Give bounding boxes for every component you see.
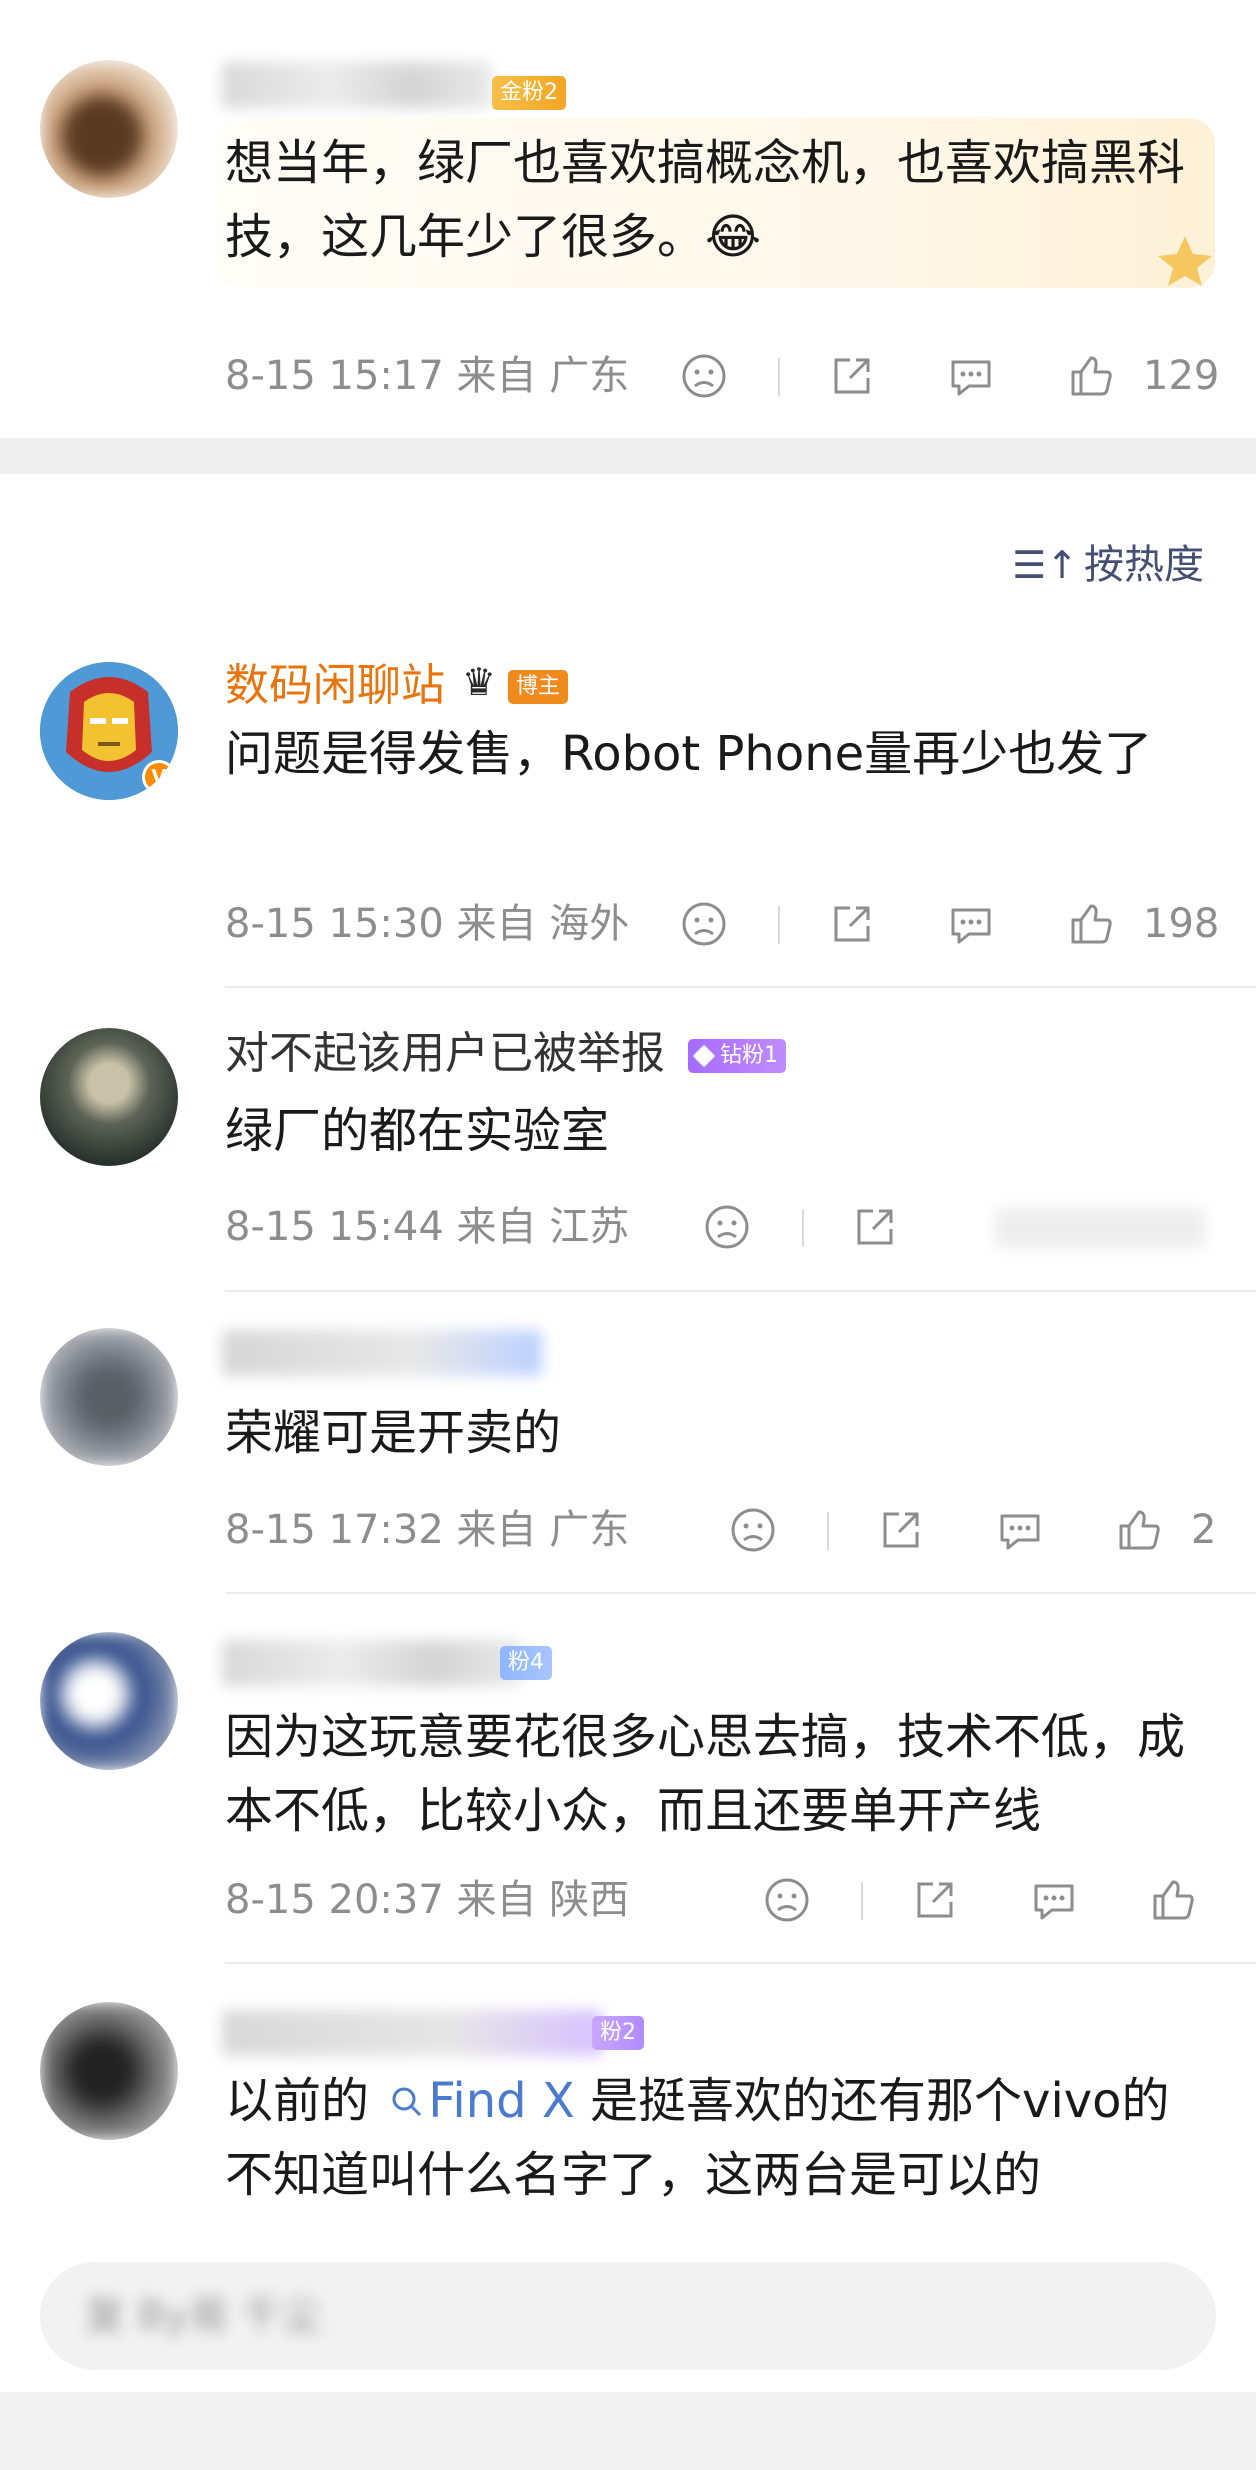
username-blurred[interactable] [222,62,492,108]
avatar[interactable] [40,60,178,198]
dislike-face-icon[interactable] [703,1203,751,1251]
topic-link-text: Find X [428,2073,575,2129]
comment-text: 以前的 Find X 是挺喜欢的还有那个vivo的不知道叫什么名字了，这两台是可… [225,2064,1215,2212]
like-thumb-icon[interactable] [1067,900,1115,948]
comment-bubble-icon[interactable] [996,1506,1044,1554]
username[interactable]: 数码闲聊站 [225,656,445,716]
username[interactable]: 对不起该用户已被举报 [225,1024,665,1084]
like-count: 2 [1191,1507,1217,1553]
dislike-face-icon[interactable] [680,352,728,400]
like-thumb-icon[interactable] [1149,1876,1197,1924]
like-count: 198 [1143,901,1220,947]
badge-label: 钻粉1 [720,1043,778,1068]
fan-badge: 金粉2 [492,76,566,110]
blogger-badge: 博主 [508,670,569,704]
comment-time-location: 8-15 15:17 来自 广东 [225,353,630,399]
dislike-face-icon[interactable] [763,1876,811,1924]
comment-time-location: 8-15 15:44 来自 江苏 [225,1204,630,1250]
reply-input[interactable]: 复 By易 千尘 [40,2262,1216,2370]
comment-text: 绿厂的都在实验室 [225,1103,610,1159]
avatar[interactable] [40,1328,178,1466]
comment-meta: 8-15 15:44 来自 江苏 [225,1197,1216,1257]
comment-time-location: 8-15 20:37 来自 陕西 [225,1877,630,1923]
comment-bubble-icon[interactable] [947,352,995,400]
diamond-fan-badge: 钻粉1 [688,1039,786,1073]
dislike-face-icon[interactable] [680,900,728,948]
reply-placeholder-blurred: 复 By易 千尘 [85,2293,322,2339]
comment-meta: 8-15 17:32 来自 广东 2 [225,1500,1216,1560]
like-thumb-icon[interactable] [1067,352,1115,400]
comment-time-location: 8-15 15:30 来自 海外 [225,901,630,947]
fan-badge: 粉4 [500,1646,552,1680]
avatar[interactable] [40,2002,178,2140]
comment-meta: 8-15 15:17 来自 广东 129 [225,346,1220,406]
comment-text: 因为这玩意要花很多心思去搞，技术不低，成本不低，比较小众，而且还要单开产线 [225,1709,1186,1839]
divider [225,1962,1256,1964]
username-blurred[interactable] [222,1640,522,1686]
separator [861,1882,863,1920]
search-icon [392,2087,422,2117]
crown-icon: ♛ [462,660,497,704]
comment-text: 荣耀可是开卖的 [225,1405,562,1461]
comment-bubble-icon[interactable] [947,900,995,948]
separator [778,906,780,944]
topic-link[interactable]: Find X [384,2073,575,2129]
comment-text: 问题是得发售，Robot Phone量再少也发了 [225,726,1153,782]
comment-meta: 8-15 15:30 来自 海外 198 [225,894,1220,954]
username-blurred[interactable] [222,1330,542,1376]
divider [225,1592,1256,1594]
avatar[interactable]: V [40,662,178,800]
sort-by-hot-button[interactable]: ☰↑ 按热度 [1012,537,1204,593]
divider [225,1290,1256,1292]
sort-lines-icon: ☰↑ [1012,543,1078,587]
username-blurred[interactable] [222,2010,602,2056]
like-count: 129 [1143,353,1220,399]
share-icon[interactable] [828,352,876,400]
separator [827,1512,829,1550]
blurred-region [995,1209,1205,1247]
share-icon[interactable] [911,1876,959,1924]
comment-text: 想当年，绿厂也喜欢搞概念机，也喜欢搞黑科技，这几年少了很多。😂 [225,135,1186,265]
section-separator [0,438,1256,474]
diamond-icon [692,1044,716,1068]
comment-text-part: 以前的 [225,2073,370,2129]
dislike-face-icon[interactable] [729,1506,777,1554]
verified-badge: V [142,760,176,794]
avatar[interactable] [40,1632,178,1770]
separator [778,358,780,396]
comment-time-location: 8-15 17:32 来自 广东 [225,1507,630,1553]
like-thumb-icon[interactable] [1115,1506,1163,1554]
comment-meta: 8-15 20:37 来自 陕西 [225,1870,1216,1930]
divider [225,986,1256,988]
comment-bubble-icon[interactable] [1030,1876,1078,1924]
share-icon[interactable] [877,1506,925,1554]
share-icon[interactable] [828,900,876,948]
sort-label: 按热度 [1084,542,1204,588]
share-icon[interactable] [851,1203,899,1251]
fan-badge: 粉2 [592,2016,644,2050]
bottom-safe-area [0,2392,1256,2470]
avatar[interactable] [40,1028,178,1166]
separator [802,1209,804,1247]
